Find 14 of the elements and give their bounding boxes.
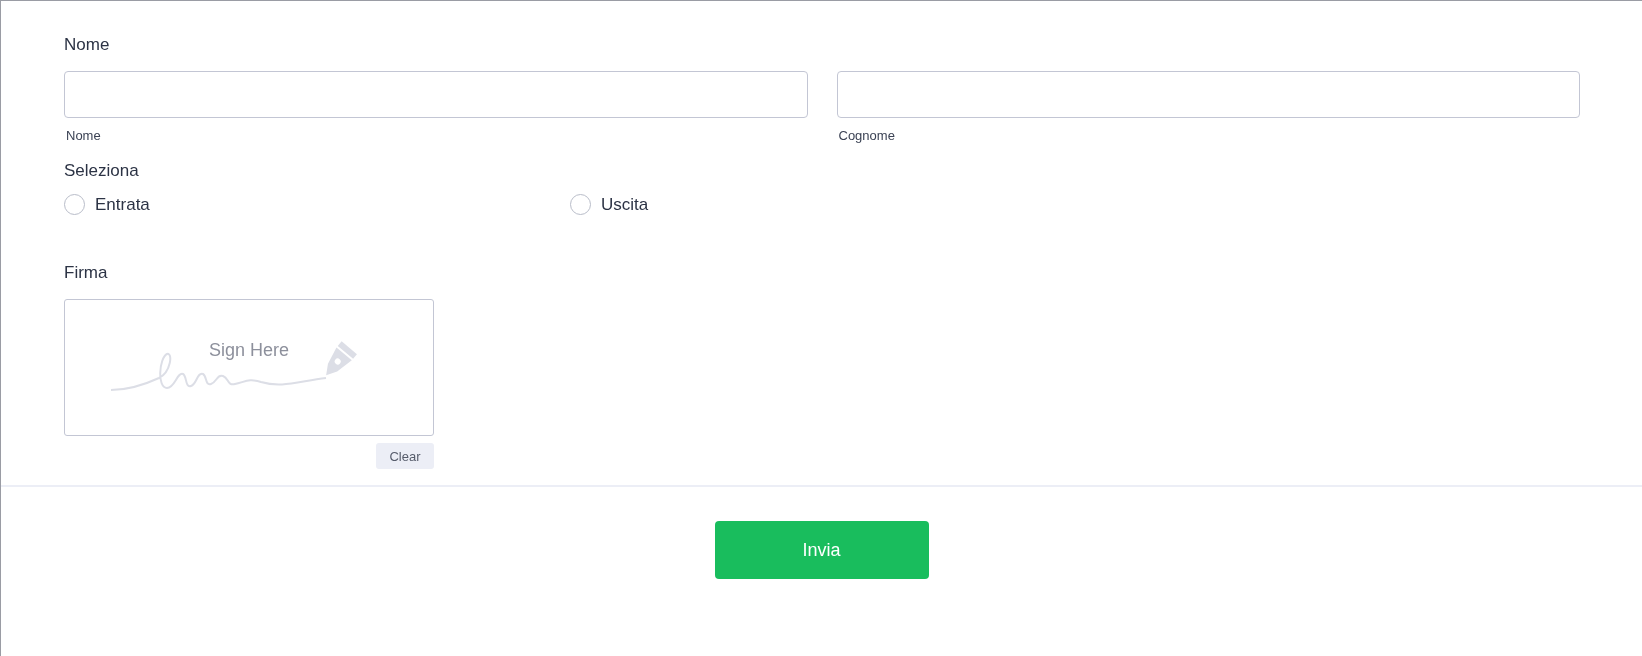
section-label: Seleziona <box>64 161 139 181</box>
radio-label[interactable]: Uscita <box>601 194 649 215</box>
signature-placeholder: Sign Here <box>208 340 289 361</box>
input-field[interactable] <box>64 71 808 118</box>
field-sublabel: Cognome <box>837 128 896 143</box>
radio-label[interactable]: Entrata <box>95 194 150 215</box>
signature-pad[interactable]: Sign Here <box>64 299 434 436</box>
radio-button[interactable] <box>570 194 591 215</box>
field-sublabel: Nome <box>65 128 102 143</box>
section-label: Firma <box>64 263 108 283</box>
clear-button[interactable]: Clear <box>376 443 434 469</box>
radio-button[interactable] <box>64 194 85 215</box>
section-label: Nome <box>64 35 110 55</box>
input-field[interactable] <box>836 71 1580 118</box>
